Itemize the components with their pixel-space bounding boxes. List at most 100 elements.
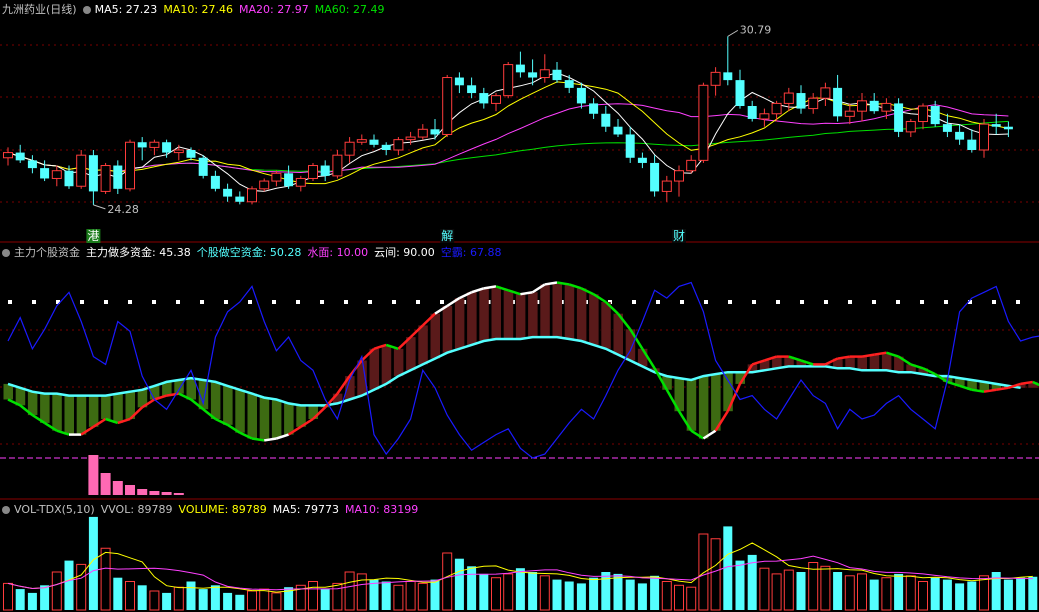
- fund-bar: [112, 393, 123, 423]
- volume-bar-down: [625, 579, 635, 610]
- panel1-title: 九洲药业(日线): [2, 3, 77, 16]
- volume-bar-down: [601, 572, 611, 610]
- fund-bar: [515, 294, 526, 340]
- vol-ma5-label: MA5: 79773: [272, 503, 340, 516]
- candle-down: [198, 157, 208, 176]
- candle-down: [369, 139, 379, 145]
- volume-bar-up: [918, 581, 928, 611]
- settings-dot-icon[interactable]: [2, 249, 10, 257]
- fund-bar: [64, 395, 74, 435]
- candle-down: [930, 106, 940, 125]
- signal-bar: [88, 455, 99, 495]
- low-marker-line: [93, 204, 106, 210]
- event-marker-text: 解: [441, 229, 453, 243]
- ma5-label: MA5: 27.23: [94, 3, 158, 16]
- low-price-label: 24.28: [107, 203, 138, 216]
- candle-up: [491, 95, 501, 104]
- candle-up: [125, 141, 135, 190]
- candle-down: [223, 188, 233, 197]
- candle-down: [528, 72, 538, 78]
- fund-bar: [234, 389, 245, 433]
- cloud-dot: [320, 300, 324, 304]
- cloud-dot: [416, 300, 420, 304]
- candle-down: [381, 144, 391, 150]
- candle-up: [905, 121, 916, 133]
- candle-down: [186, 150, 196, 158]
- volume-bar-down: [210, 585, 220, 610]
- cloud-dot: [728, 300, 732, 304]
- fund-bar: [857, 356, 867, 371]
- cloud-dot: [248, 300, 252, 304]
- cloud-dot: [992, 300, 996, 304]
- volume-bar-up: [259, 588, 270, 611]
- candle-down: [210, 175, 220, 189]
- candle-down: [284, 173, 294, 187]
- candle-up: [173, 149, 184, 154]
- fund-bar: [552, 282, 562, 338]
- volume-bar-down: [113, 577, 123, 610]
- candle-down: [1003, 126, 1013, 130]
- candle-up: [698, 84, 709, 161]
- candle-up: [417, 128, 428, 138]
- volume-bar-down: [454, 558, 464, 610]
- event-marker-text: 财: [673, 229, 685, 243]
- fund-bar: [576, 288, 587, 341]
- water-level-label: 水面: 10.00: [307, 246, 369, 259]
- volume-bar-up: [820, 565, 831, 611]
- volume-bar-up: [686, 586, 697, 611]
- candle-up: [857, 100, 867, 112]
- fund-bar: [710, 374, 721, 431]
- candle-up: [149, 141, 160, 148]
- fund-bar: [417, 325, 428, 365]
- volume-bar-up: [491, 577, 501, 611]
- volume-bar-up: [173, 586, 184, 611]
- volume-bar-down: [198, 589, 208, 610]
- candle-down: [40, 168, 50, 179]
- settings-dot-icon[interactable]: [82, 6, 91, 14]
- candle-up: [405, 136, 416, 141]
- cloud-dot: [200, 300, 204, 304]
- signal-bar: [161, 492, 172, 495]
- volume-bar-down: [1016, 577, 1026, 610]
- candle-up: [344, 141, 355, 156]
- candle-down: [637, 157, 647, 163]
- volume-bar-up: [698, 533, 709, 611]
- cloud-dot: [824, 300, 828, 304]
- candle-down: [576, 87, 586, 104]
- ma10-label: MA10: 27.46: [163, 3, 234, 16]
- candle-up: [259, 180, 270, 190]
- volume-bar-down: [930, 577, 940, 610]
- volume-bar-up: [100, 547, 111, 611]
- candle-down: [454, 77, 464, 86]
- volume-bar-down: [235, 594, 245, 610]
- candle-up: [393, 139, 404, 151]
- candle-down: [162, 142, 172, 153]
- fund-bar: [881, 352, 892, 371]
- candle-up: [771, 102, 782, 115]
- fund-bar: [564, 284, 575, 340]
- volume-bar-up: [661, 581, 672, 611]
- candle-up: [76, 154, 87, 187]
- candle-up: [356, 139, 367, 143]
- cloud-dot: [632, 300, 636, 304]
- volume-bar-up: [857, 573, 867, 611]
- volume-bar-up: [771, 573, 782, 611]
- event-marker-text: 港: [87, 229, 99, 243]
- fund-bar: [283, 403, 294, 435]
- fund-bar: [503, 290, 514, 340]
- cloud-dot: [656, 300, 660, 304]
- short-power-label: 空霸: 67.88: [440, 246, 502, 259]
- candle-down: [15, 152, 25, 161]
- volume-bar-up: [442, 552, 453, 611]
- candle-up: [661, 180, 672, 192]
- volume-bar-down: [15, 589, 25, 610]
- cloud-dot: [392, 300, 396, 304]
- settings-dot-icon[interactable]: [2, 506, 10, 514]
- fund-bar: [539, 284, 550, 338]
- candle-up: [979, 123, 989, 151]
- panel2-title: 主力个股资金: [14, 246, 80, 259]
- volume-bar-up: [844, 575, 855, 611]
- fund-bar: [76, 395, 87, 435]
- short-funds-label: 个股做空资金: 50.28: [196, 246, 302, 259]
- cloud-dot: [224, 300, 228, 304]
